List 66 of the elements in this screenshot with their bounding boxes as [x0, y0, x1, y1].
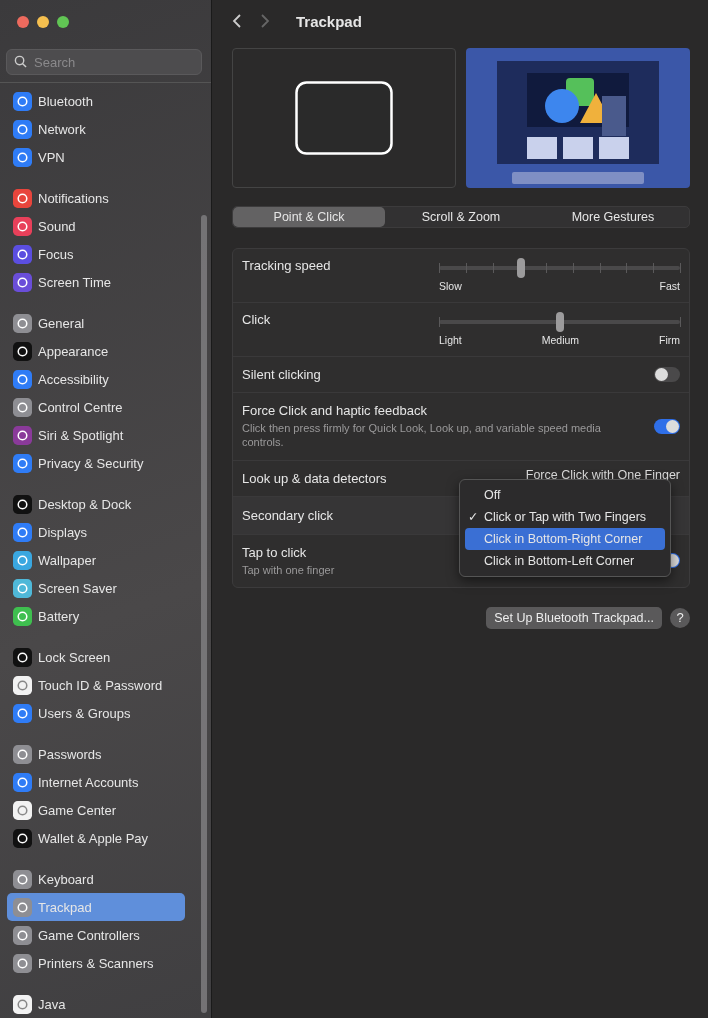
sidebar-item[interactable]: Game Controllers — [7, 921, 185, 949]
slider-thumb[interactable] — [516, 258, 525, 278]
sidebar-item[interactable]: Siri & Spotlight — [7, 421, 185, 449]
slider-label: Slow — [439, 280, 462, 292]
sidebar-item[interactable]: Internet Accounts — [7, 768, 185, 796]
sidebar-item[interactable]: Keyboard — [7, 865, 185, 893]
sidebar-item[interactable]: Privacy & Security — [7, 449, 185, 477]
setting-description: Click then press firmly for Quick Look, Look up, and variable speed media controls. — [242, 421, 602, 450]
toggle-switch[interactable] — [654, 367, 680, 382]
setting-label: Silent clicking — [242, 367, 321, 382]
setup-button[interactable]: Set Up Bluetooth Trackpad... — [486, 606, 662, 629]
slider-label: Light — [439, 334, 462, 346]
sidebar-item[interactable]: Lock Screen — [7, 643, 185, 671]
slider-label: Firm — [659, 334, 680, 346]
setting-label: Look up & data detectors — [242, 470, 387, 486]
forward-icon[interactable] — [260, 13, 270, 29]
setting-label: Tracking speed — [242, 258, 331, 273]
setting-description: Tap with one finger — [242, 562, 335, 577]
slider-label: Fast — [659, 280, 680, 292]
menu-item[interactable]: Click in Bottom-Left Corner — [465, 550, 665, 572]
sidebar-item[interactable]: Focus — [7, 240, 185, 268]
slider-thumb[interactable] — [555, 312, 564, 332]
sidebar-item[interactable]: Network — [7, 115, 185, 143]
sidebar-item[interactable]: Sound — [7, 212, 185, 240]
sidebar-item[interactable]: Appearance — [7, 337, 185, 365]
search-icon — [14, 55, 27, 68]
search-field[interactable]: Search — [6, 49, 202, 75]
sidebar-item[interactable]: Users & Groups — [7, 699, 185, 727]
back-icon[interactable] — [232, 13, 242, 29]
sidebar-item[interactable]: Bluetooth — [7, 87, 185, 115]
toggle-switch[interactable] — [654, 418, 680, 434]
setting-label: Tap to click — [242, 544, 308, 560]
sidebar-item[interactable]: Notifications — [7, 184, 185, 212]
slider-label: Medium — [541, 334, 580, 346]
window-title: Trackpad — [296, 12, 362, 30]
sidebar-item[interactable]: Displays — [7, 518, 185, 546]
menu-item[interactable]: ✓ Click or Tap with Two Fingers — [465, 506, 665, 528]
sidebar-item[interactable]: Java — [7, 990, 185, 1018]
tab[interactable]: Scroll & Zoom — [385, 207, 537, 227]
tab[interactable]: Point & Click — [233, 207, 385, 227]
sidebar-item[interactable]: Screen Saver — [7, 574, 185, 602]
menu-item[interactable]: Click in Bottom-Right Corner — [465, 528, 665, 550]
sidebar-item[interactable]: Battery — [7, 602, 185, 630]
sidebar-item[interactable]: Wallpaper — [7, 546, 185, 574]
close-button[interactable] — [17, 16, 29, 28]
help-button[interactable]: ? — [670, 607, 690, 628]
sidebar-item[interactable]: Desktop & Dock — [7, 490, 185, 518]
sidebar-item[interactable]: Wallet & Apple Pay — [7, 824, 185, 852]
sidebar-item[interactable]: General — [7, 309, 185, 337]
sidebar-item[interactable]: Passwords — [7, 740, 185, 768]
sidebar-item[interactable]: Game Center — [7, 796, 185, 824]
setting-label: Secondary click — [242, 507, 334, 523]
setting-label: Force Click and haptic feedback — [242, 403, 428, 418]
sidebar-item[interactable]: Accessibility — [7, 365, 185, 393]
sidebar-item[interactable]: Screen Time — [7, 268, 185, 296]
menu-item[interactable]: Off — [465, 484, 665, 506]
zoom-button[interactable] — [57, 16, 69, 28]
minimize-button[interactable] — [37, 16, 49, 28]
sidebar-item[interactable]: Printers & Scanners — [7, 949, 185, 977]
tab[interactable]: More Gestures — [537, 207, 689, 227]
setting-label: Click — [242, 312, 271, 327]
sidebar-item[interactable]: Control Centre — [7, 393, 185, 421]
popup-button[interactable]: Force Click with One Finger — [525, 468, 680, 483]
sidebar-item[interactable]: VPN — [7, 143, 185, 171]
sidebar-item[interactable]: Touch ID & Password — [7, 671, 185, 699]
scroll-bar[interactable] — [201, 215, 207, 1013]
